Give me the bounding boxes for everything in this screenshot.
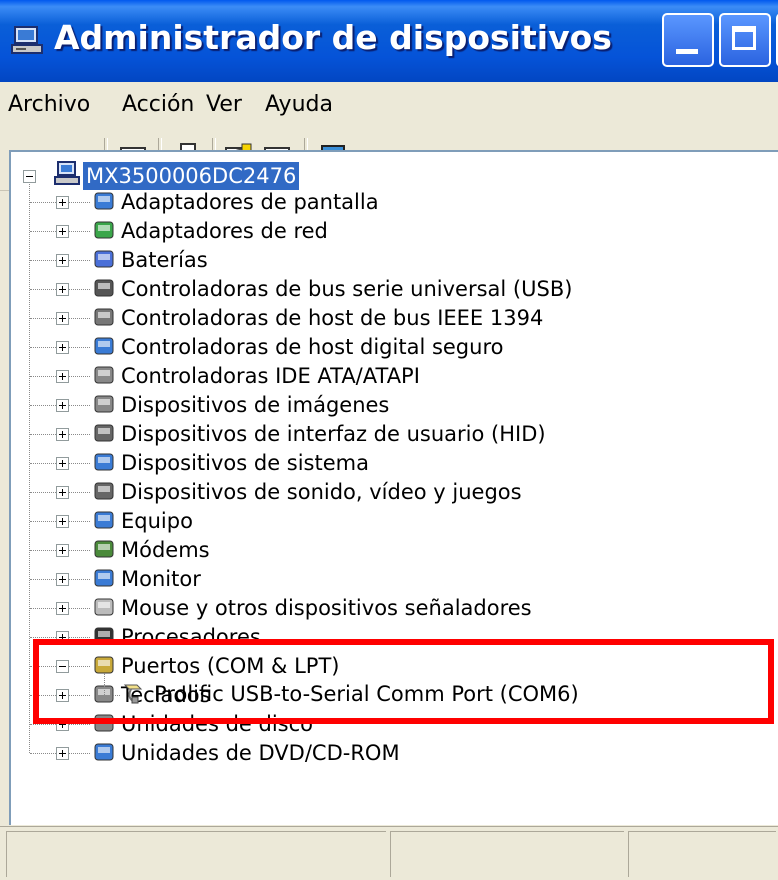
expand-icon[interactable] <box>56 254 69 267</box>
tree-item-category[interactable]: Dispositivos de sistema <box>121 449 369 477</box>
ieee1394-icon <box>94 308 114 326</box>
sd-host-icon <box>94 337 114 355</box>
maximize-icon <box>732 26 756 50</box>
tree-item-category[interactable]: Adaptadores de pantalla <box>121 188 379 216</box>
menu-bar: Archivo Acción Ver Ayuda <box>0 82 778 129</box>
status-cell <box>390 831 624 877</box>
expand-icon[interactable] <box>56 370 69 383</box>
tree-item-category[interactable]: Dispositivos de interfaz de usuario (HID… <box>121 420 546 448</box>
expand-icon[interactable] <box>56 573 69 586</box>
display-adapter-icon <box>94 192 114 210</box>
tree-item-category[interactable]: Controladoras IDE ATA/ATAPI <box>121 362 420 390</box>
monitor-icon <box>94 569 114 587</box>
tree-item-category[interactable]: Módems <box>121 536 210 564</box>
expand-icon[interactable] <box>56 602 69 615</box>
expand-icon[interactable] <box>56 747 69 760</box>
expand-icon[interactable] <box>56 486 69 499</box>
tree-item-category[interactable]: Unidades de DVD/CD-ROM <box>121 739 400 767</box>
tree-item-category[interactable]: Controladoras de host de bus IEEE 1394 <box>121 304 543 332</box>
battery-icon <box>94 250 114 268</box>
collapse-root-icon[interactable] <box>23 170 36 183</box>
title-bar[interactable]: Administrador de dispositivos <box>0 0 778 82</box>
camera-icon <box>94 395 114 413</box>
network-adapter-icon <box>94 221 114 239</box>
dvd-icon <box>94 743 114 761</box>
tree-item-category[interactable]: Dispositivos de sonido, vídeo y juegos <box>121 478 522 506</box>
modem-icon <box>94 540 114 558</box>
mouse-icon <box>94 598 114 616</box>
hid-icon <box>94 424 114 442</box>
expand-icon[interactable] <box>56 515 69 528</box>
expand-icon[interactable] <box>56 399 69 412</box>
tree-item-category[interactable]: Monitor <box>121 565 201 593</box>
sound-icon <box>94 482 114 500</box>
tree-item-category[interactable]: Mouse y otros dispositivos señaladores <box>121 594 532 622</box>
menu-archivo[interactable]: Archivo <box>8 92 90 117</box>
menu-ayuda[interactable]: Ayuda <box>265 92 333 117</box>
expand-icon[interactable] <box>56 341 69 354</box>
minimize-icon <box>676 49 698 54</box>
expand-icon[interactable] <box>56 544 69 557</box>
menu-accion[interactable]: Acción <box>122 92 194 117</box>
maximize-button[interactable] <box>719 13 771 67</box>
tree-item-category[interactable]: Controladoras de bus serie universal (US… <box>121 275 572 303</box>
tree-item-category[interactable]: Equipo <box>121 507 193 535</box>
device-manager-icon <box>11 26 43 54</box>
expand-icon[interactable] <box>56 312 69 325</box>
status-cell <box>628 831 776 877</box>
computer-icon <box>94 511 114 529</box>
usb-icon <box>94 279 114 297</box>
tree-item-category[interactable]: Controladoras de host digital seguro <box>121 333 503 361</box>
computer-icon <box>54 161 80 185</box>
expand-icon[interactable] <box>56 457 69 470</box>
menu-ver[interactable]: Ver <box>206 92 242 117</box>
device-manager-window: Administrador de dispositivos Archivo Ac… <box>0 0 778 880</box>
status-bar <box>0 826 778 880</box>
status-cell <box>6 831 386 877</box>
system-device-icon <box>94 453 114 471</box>
expand-icon[interactable] <box>56 428 69 441</box>
ide-controller-icon <box>94 366 114 384</box>
tree-item-category[interactable]: Adaptadores de red <box>121 217 328 245</box>
expand-icon[interactable] <box>56 225 69 238</box>
tree-line <box>29 184 30 753</box>
expand-icon[interactable] <box>56 196 69 209</box>
expand-icon[interactable] <box>56 283 69 296</box>
minimize-button[interactable] <box>662 13 714 67</box>
highlight-annotation-box <box>33 639 774 724</box>
window-title: Administrador de dispositivos <box>54 18 612 57</box>
tree-item-category[interactable]: Dispositivos de imágenes <box>121 391 389 419</box>
tree-root-label[interactable]: MX3500006DC2476 <box>83 162 300 190</box>
tree-item-category[interactable]: Baterías <box>121 246 208 274</box>
